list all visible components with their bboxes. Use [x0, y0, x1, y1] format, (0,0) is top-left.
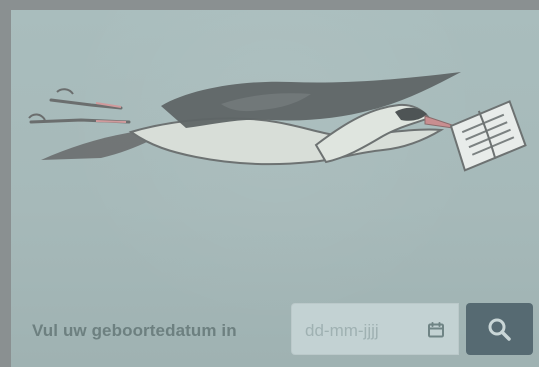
stork-illustration [28, 72, 527, 172]
calendar-icon[interactable] [427, 321, 445, 339]
birthdate-placeholder: dd-mm-jjjj [305, 321, 379, 340]
content-panel: Vul uw geboortedatum in dd-mm-jjjj [11, 10, 539, 367]
search-icon [488, 318, 511, 341]
search-button[interactable] [466, 303, 533, 355]
birthdate-input[interactable]: dd-mm-jjjj [291, 303, 459, 355]
birthdate-label: Vul uw geboortedatum in [32, 321, 237, 340]
date-search-row: Vul uw geboortedatum in dd-mm-jjjj [11, 292, 539, 355]
page-frame: Vul uw geboortedatum in dd-mm-jjjj [0, 0, 539, 367]
